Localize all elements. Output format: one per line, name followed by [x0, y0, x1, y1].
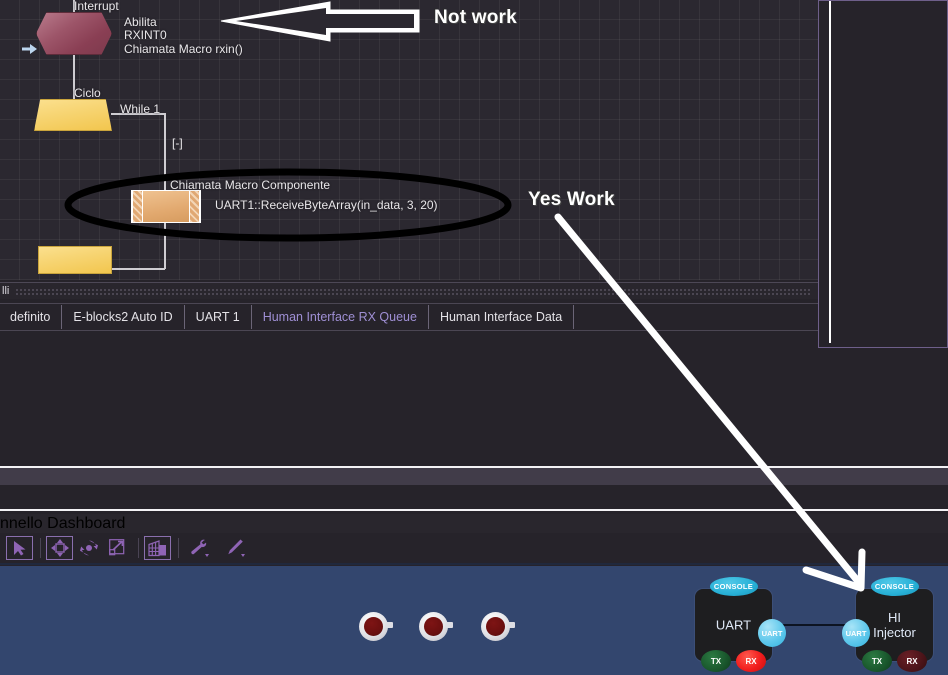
- dashboard-component-uart[interactable]: CONSOLE UART UART TX RX: [694, 577, 786, 672]
- connector-loop-return: [111, 268, 165, 270]
- hi-injector-pin-rx[interactable]: RX: [897, 650, 927, 672]
- properties-tool-button[interactable]: [184, 536, 218, 560]
- flow-node-loop-condition: While 1: [120, 102, 161, 116]
- application-window: Interrupt Abilita RXINT0 Chiamata Macro …: [0, 0, 948, 675]
- dashboard-led-3[interactable]: [481, 610, 515, 641]
- wrench-icon: [188, 538, 214, 558]
- panel-tool-button[interactable]: [144, 536, 171, 560]
- move-tool-button[interactable]: [46, 536, 73, 560]
- flow-node-interrupt-line-2: RXINT0: [124, 28, 167, 42]
- toolbar-separator-1: [40, 538, 41, 558]
- cursor-arrow-icon: [11, 540, 28, 557]
- macro-hatch-left-icon: [132, 191, 143, 222]
- appearance-tool-button[interactable]: [220, 536, 254, 560]
- led-connector-icon: [508, 622, 515, 628]
- move-icon: [50, 539, 69, 557]
- editor-panel-grip[interactable]: [15, 287, 812, 295]
- right-side-panel-content: [829, 1, 947, 343]
- resize-icon: [108, 539, 127, 557]
- uart-console-badge[interactable]: CONSOLE: [709, 577, 758, 596]
- flow-node-macro-line-1: Chiamata Macro Componente: [170, 178, 331, 192]
- tab-uart-1[interactable]: UART 1: [183, 305, 252, 329]
- flow-node-loop-end[interactable]: [38, 246, 112, 274]
- led-lamp-icon: [424, 617, 443, 636]
- led-connector-icon: [446, 622, 453, 628]
- brush-icon: [224, 538, 250, 558]
- annotation-yes-work-label: Yes Work: [528, 189, 615, 210]
- uart-link-wire: [777, 624, 853, 626]
- flow-node-macro-line-2: UART1::ReceiveByteArray(in_data, 3, 20): [215, 198, 438, 212]
- annotation-not-work-label: Not work: [434, 7, 517, 28]
- editor-tab-bar[interactable]: definito E-blocks2 Auto ID UART 1 Human …: [0, 303, 818, 331]
- tab-eblocks2-auto-id[interactable]: E-blocks2 Auto ID: [61, 305, 185, 329]
- led-lamp-icon: [364, 617, 383, 636]
- splitter-bar[interactable]: [0, 468, 948, 485]
- tab-human-interface-data[interactable]: Human Interface Data: [427, 305, 575, 329]
- editor-panel-title: lli: [2, 285, 10, 297]
- editor-panel-strip: lli: [0, 282, 818, 299]
- flow-node-interrupt-line-3: Chiamata Macro rxin(): [124, 42, 243, 56]
- dashboard-panel-title: nnello Dashboard: [0, 514, 126, 532]
- led-lamp-icon: [486, 617, 505, 636]
- rotate-tool-button[interactable]: [75, 536, 102, 560]
- hi-injector-title-line-1: HI: [888, 610, 901, 625]
- collapse-marker[interactable]: [-]: [172, 137, 183, 149]
- hi-injector-pin-tx[interactable]: TX: [862, 650, 892, 672]
- hi-injector-console-badge[interactable]: CONSOLE: [870, 577, 919, 596]
- flow-node-macro-call[interactable]: [131, 190, 201, 223]
- dashboard-panel-strip: nnello Dashboard: [0, 514, 948, 533]
- toolbar-separator-2: [138, 538, 139, 558]
- tab-definito[interactable]: definito: [0, 305, 63, 329]
- flow-node-loop-caption: Ciclo: [74, 86, 101, 100]
- dashboard-component-hi-injector[interactable]: CONSOLE HI Injector UART TX RX: [842, 577, 934, 672]
- flowchart-canvas[interactable]: Interrupt Abilita RXINT0 Chiamata Macro …: [0, 0, 818, 280]
- editor-content-area[interactable]: [0, 331, 818, 466]
- separator-line-2: [0, 509, 948, 511]
- flow-node-interrupt-caption: Interrupt: [74, 0, 119, 13]
- select-tool-button[interactable]: [6, 536, 33, 560]
- hi-injector-port-connector[interactable]: UART: [842, 619, 870, 647]
- rotate-icon: [79, 539, 98, 557]
- flow-node-interrupt[interactable]: [36, 12, 112, 55]
- uart-port-connector[interactable]: UART: [758, 619, 786, 647]
- dashboard-canvas[interactable]: CONSOLE UART UART TX RX CONSOLE HI Injec…: [0, 566, 948, 675]
- dashboard-led-2[interactable]: [419, 610, 453, 641]
- cursor-marker-icon: [22, 43, 38, 55]
- grid-panel-icon: [148, 539, 167, 557]
- right-side-panel[interactable]: [818, 0, 948, 348]
- led-connector-icon: [386, 622, 393, 628]
- uart-pin-tx[interactable]: TX: [701, 650, 731, 672]
- flow-node-loop-start[interactable]: [34, 99, 112, 131]
- macro-hatch-right-icon: [189, 191, 200, 222]
- resize-tool-button[interactable]: [104, 536, 131, 560]
- uart-pin-rx[interactable]: RX: [736, 650, 766, 672]
- dashboard-led-1[interactable]: [359, 610, 393, 641]
- dashboard-toolbar[interactable]: [0, 533, 948, 565]
- toolbar-separator-3: [178, 538, 179, 558]
- tab-human-interface-rx-queue[interactable]: Human Interface RX Queue: [251, 305, 429, 329]
